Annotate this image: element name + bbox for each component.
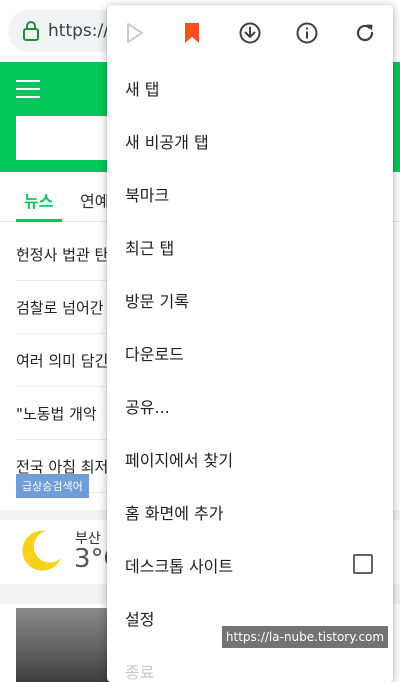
menu-item-exit[interactable]: 종료: [107, 644, 393, 682]
menu-item-add-to-home[interactable]: 홈 화면에 추가: [107, 485, 393, 538]
menu-item-bookmarks[interactable]: 북마크: [107, 167, 393, 220]
menu-item-downloads[interactable]: 다운로드: [107, 326, 393, 379]
tab-news[interactable]: 뉴스: [24, 188, 53, 212]
menu-item-desktop-site: 데스크톱 사이트: [125, 556, 234, 576]
hamburger-menu-icon[interactable]: [16, 80, 40, 98]
url-text: https://: [48, 21, 109, 41]
browser-overflow-menu: 새 탭 새 비공개 탭 북마크 최근 탭 방문 기록 다운로드 공유... 페이…: [107, 5, 393, 682]
active-tab-indicator: [16, 219, 62, 222]
menu-item-recent-tabs[interactable]: 최근 탭: [107, 220, 393, 273]
bookmark-icon[interactable]: [180, 21, 204, 45]
info-icon[interactable]: [295, 21, 319, 45]
menu-item-new-incognito-tab[interactable]: 새 비공개 탭: [107, 114, 393, 167]
menu-item-desktop-site-row[interactable]: 데스크톱 사이트: [107, 538, 393, 591]
menu-icon-row: [107, 5, 393, 61]
lock-icon: [23, 21, 39, 41]
menu-item-history[interactable]: 방문 기록: [107, 273, 393, 326]
download-icon[interactable]: [238, 21, 262, 45]
refresh-icon[interactable]: [353, 21, 377, 45]
desktop-site-checkbox[interactable]: [353, 554, 373, 574]
menu-item-find-in-page[interactable]: 페이지에서 찾기: [107, 432, 393, 485]
moon-icon: [22, 530, 62, 571]
forward-icon[interactable]: [123, 21, 147, 45]
menu-item-share[interactable]: 공유...: [107, 379, 393, 432]
trending-badge[interactable]: 급상승검색어: [16, 474, 89, 498]
tab-entertainment[interactable]: 연예: [80, 188, 109, 212]
menu-item-new-tab[interactable]: 새 탭: [107, 61, 393, 114]
watermark: https://la-nube.tistory.com: [222, 626, 388, 648]
